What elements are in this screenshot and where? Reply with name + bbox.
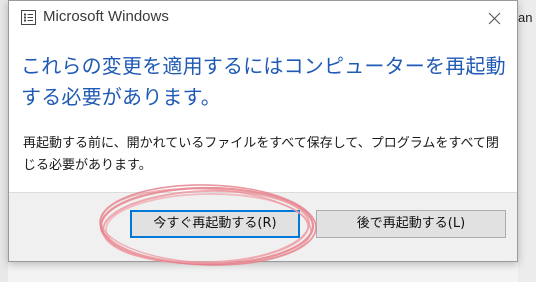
screen: an Microsoft Windows これらの変更を適用するにはコンピュータ… xyxy=(0,0,536,282)
background-window-left xyxy=(0,0,8,282)
background-window-right: an xyxy=(518,0,536,282)
close-button[interactable] xyxy=(479,5,509,31)
dialog-content: これらの変更を適用するにはコンピューターを再起動する必要があります。 再起動する… xyxy=(9,35,517,185)
restart-later-button[interactable]: 後で再起動する(L) xyxy=(316,210,506,238)
button-bar: 今すぐ再起動する(R) 後で再起動する(L) xyxy=(9,192,517,261)
close-icon xyxy=(488,12,500,24)
background-text-fragment: an xyxy=(518,10,533,25)
settings-window-icon xyxy=(21,10,36,25)
body-text: 再起動する前に、開かれているファイルをすべて保存して、プログラムをすべて閉じる必… xyxy=(23,136,499,173)
main-instruction: これらの変更を適用するにはコンピューターを再起動する必要があります。 xyxy=(21,54,506,109)
window-title: Microsoft Windows xyxy=(43,8,169,25)
restart-now-button[interactable]: 今すぐ再起動する(R) xyxy=(130,210,300,238)
restart-dialog: Microsoft Windows これらの変更を適用するにはコンピューターを再… xyxy=(8,0,518,262)
title-bar[interactable]: Microsoft Windows xyxy=(9,1,517,35)
